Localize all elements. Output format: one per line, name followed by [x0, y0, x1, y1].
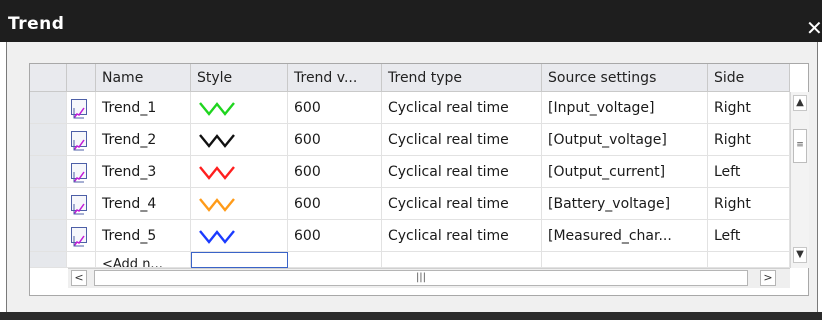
trend-type[interactable]: Cyclical real time — [382, 220, 542, 252]
trend-name[interactable]: Trend_2 — [96, 124, 191, 156]
trend-icon — [71, 195, 87, 215]
close-icon[interactable]: ✕ — [806, 16, 822, 40]
add-row-cell[interactable] — [382, 252, 542, 268]
source-settings[interactable]: [Input_voltage] — [542, 92, 708, 124]
scroll-right-icon[interactable]: > — [760, 270, 776, 286]
trend-type[interactable]: Cyclical real time — [382, 92, 542, 124]
trend-name[interactable]: Trend_5 — [96, 220, 191, 252]
trend-style[interactable] — [191, 220, 288, 252]
table-row[interactable]: Trend_5 600 Cyclical real time [Measured… — [30, 220, 790, 252]
title-bar: Trend ✕ — [0, 0, 822, 42]
trend-icon-cell — [67, 156, 96, 188]
trend-table: Name Style Trend v... Trend type Source … — [29, 63, 809, 296]
trend-style[interactable] — [191, 92, 288, 124]
scroll-up-icon[interactable]: ▲ — [793, 95, 807, 111]
add-row-cell[interactable] — [542, 252, 708, 268]
horizontal-scroll-thumb[interactable]: ||| — [94, 270, 748, 286]
column-header-style[interactable]: Style — [191, 64, 288, 92]
side[interactable]: Right — [708, 124, 790, 156]
trend-value[interactable]: 600 — [288, 124, 382, 156]
add-row-style-editor[interactable] — [191, 252, 288, 268]
horizontal-scrollbar[interactable]: < ||| > — [68, 268, 790, 288]
column-header-source-settings[interactable]: Source settings — [542, 64, 708, 92]
source-settings[interactable]: [Battery_voltage] — [542, 188, 708, 220]
table-row[interactable]: Trend_3 600 Cyclical real time [Output_c… — [30, 156, 790, 188]
add-row-cell[interactable] — [288, 252, 382, 268]
add-row-icon-cell — [67, 252, 96, 268]
window-title: Trend — [8, 14, 65, 34]
trend-type[interactable]: Cyclical real time — [382, 156, 542, 188]
trend-icon — [71, 131, 87, 151]
side[interactable]: Left — [708, 156, 790, 188]
trend-icon-cell — [67, 188, 96, 220]
source-settings[interactable]: [Output_current] — [542, 156, 708, 188]
bottom-border — [0, 312, 822, 320]
vertical-scroll-thumb[interactable]: ≡ — [793, 129, 807, 163]
vertical-scrollbar[interactable]: ▲ ≡ ▼ — [790, 92, 809, 268]
trend-type[interactable]: Cyclical real time — [382, 188, 542, 220]
trend-icon — [71, 163, 87, 183]
table-row[interactable]: Trend_2 600 Cyclical real time [Output_v… — [30, 124, 790, 156]
trend-name[interactable]: Trend_3 — [96, 156, 191, 188]
column-header-side[interactable]: Side — [708, 64, 790, 92]
side[interactable]: Left — [708, 220, 790, 252]
trend-style[interactable] — [191, 124, 288, 156]
trend-icon — [71, 99, 87, 119]
side[interactable]: Right — [708, 188, 790, 220]
column-header-trend-type[interactable]: Trend type — [382, 64, 542, 92]
header-icon-column — [67, 64, 96, 92]
trend-name[interactable]: Trend_4 — [96, 188, 191, 220]
row-selector[interactable] — [30, 92, 67, 124]
add-row[interactable]: <Add n... — [30, 252, 790, 268]
add-new-label[interactable]: <Add n... — [96, 252, 191, 268]
row-selector[interactable] — [30, 252, 67, 268]
trend-icon-cell — [67, 220, 96, 252]
trend-value[interactable]: 600 — [288, 92, 382, 124]
add-row-cell[interactable] — [708, 252, 790, 268]
trend-style[interactable] — [191, 156, 288, 188]
source-settings[interactable]: [Measured_char... — [542, 220, 708, 252]
trend-window: Trend ✕ Name Style Trend v... Trend type… — [0, 0, 822, 320]
trend-icon-cell — [67, 92, 96, 124]
trend-style[interactable] — [191, 188, 288, 220]
trend-value[interactable]: 600 — [288, 220, 382, 252]
trend-value[interactable]: 600 — [288, 156, 382, 188]
trend-icon — [71, 227, 87, 247]
column-header-name[interactable]: Name — [96, 64, 191, 92]
scroll-left-icon[interactable]: < — [71, 270, 87, 286]
trend-icon-cell — [67, 124, 96, 156]
trend-value[interactable]: 600 — [288, 188, 382, 220]
source-settings[interactable]: [Output_voltage] — [542, 124, 708, 156]
row-selector[interactable] — [30, 124, 67, 156]
row-selector[interactable] — [30, 156, 67, 188]
scroll-down-icon[interactable]: ▼ — [793, 247, 807, 263]
header-row-selector — [30, 64, 67, 92]
column-header-trend-value[interactable]: Trend v... — [288, 64, 382, 92]
trend-name[interactable]: Trend_1 — [96, 92, 191, 124]
table-row[interactable]: Trend_1 600 Cyclical real time [Input_vo… — [30, 92, 790, 124]
row-selector[interactable] — [30, 188, 67, 220]
row-selector[interactable] — [30, 220, 67, 252]
trend-type[interactable]: Cyclical real time — [382, 124, 542, 156]
side[interactable]: Right — [708, 92, 790, 124]
table-row[interactable]: Trend_4 600 Cyclical real time [Battery_… — [30, 188, 790, 220]
